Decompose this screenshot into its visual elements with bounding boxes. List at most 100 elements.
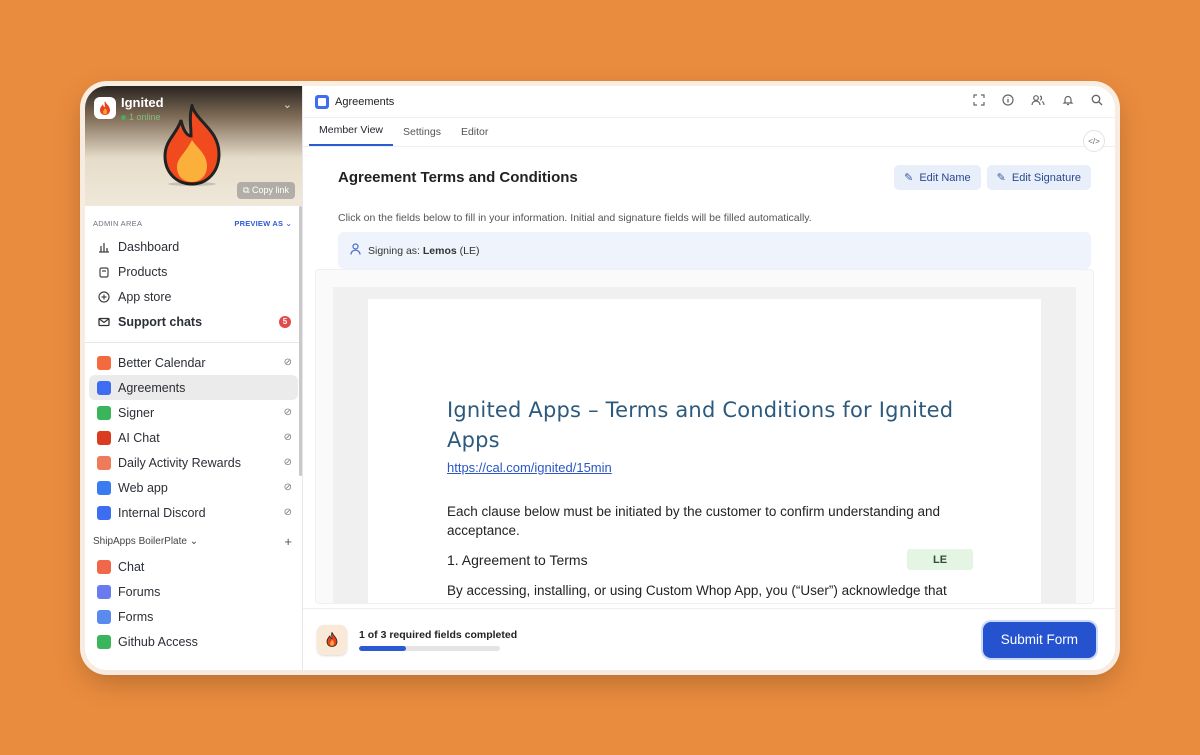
github-app-icon [97, 634, 111, 649]
initials-field[interactable]: LE [907, 549, 973, 570]
sidebar-item-label: Support chats [118, 314, 203, 329]
sidebar-item-label: Products [118, 264, 168, 279]
online-status: 1 online [121, 112, 161, 122]
sidebar-item-forms[interactable]: Forms [89, 604, 298, 629]
progress-bar [359, 645, 500, 651]
rewards-app-icon [97, 455, 111, 470]
workspace-banner[interactable]: Ignited 1 online ⌄ ⧉ Copy link [85, 86, 302, 206]
signer-app-icon [97, 405, 111, 420]
section-heading-row: 1. Agreement to Terms LE [447, 549, 973, 570]
info-icon[interactable] [1002, 94, 1014, 109]
sidebar-item-label: Web app [118, 480, 168, 495]
workspace-logo [94, 97, 116, 119]
progress-bar-fill [359, 645, 406, 651]
admin-area-label: ADMIN AREA [93, 219, 143, 228]
sidebar-item-products[interactable]: Products [89, 259, 298, 284]
sidebar-item-daily-activity-rewards[interactable]: Daily Activity Rewards ⊘ [89, 450, 298, 475]
sidebar-item-label: AI Chat [118, 430, 160, 445]
sidebar-item-app-store[interactable]: App store [89, 284, 298, 309]
flame-icon [100, 101, 110, 115]
plus-circle-icon [97, 290, 111, 304]
unread-badge: 5 [279, 315, 291, 328]
preview-as-label: PREVIEW AS [234, 219, 284, 228]
edit-signature-label: Edit Signature [1011, 172, 1081, 184]
add-app-button[interactable]: + [284, 534, 292, 549]
progress-section: 1 of 3 required fields completed [359, 629, 517, 651]
section-heading: 1. Agreement to Terms [447, 551, 588, 568]
document-viewer[interactable]: Ignited Apps – Terms and Conditions for … [315, 269, 1094, 604]
section-text: By accessing, installing, or using Custo… [447, 583, 947, 598]
eye-off-icon[interactable]: ⊘ [284, 407, 292, 418]
bell-icon[interactable] [1062, 94, 1074, 109]
sidebar-item-ai-chat[interactable]: AI Chat ⊘ [89, 425, 298, 450]
sidebar-item-chat[interactable]: Chat [89, 554, 298, 579]
tab-settings[interactable]: Settings [393, 126, 451, 146]
sidebar-item-agreements[interactable]: Agreements [89, 375, 298, 400]
sidebar-item-github-access[interactable]: Github Access [89, 629, 298, 654]
app-window: Ignited 1 online ⌄ ⧉ Copy link ADMIN ARE… [85, 86, 1115, 670]
agreements-app-icon [315, 94, 329, 109]
tab-editor[interactable]: Editor [451, 126, 498, 146]
eye-off-icon[interactable]: ⊘ [284, 507, 292, 518]
app-title: Agreements [335, 95, 395, 108]
flame-illustration [163, 104, 221, 186]
sidebar-item-label: Forums [118, 584, 161, 599]
document-link[interactable]: https://cal.com/ignited/15min [447, 460, 971, 475]
sidebar-item-label: App store [118, 289, 172, 304]
pencil-icon: ✎ [904, 172, 914, 184]
workspace-name: Ignited [121, 95, 164, 110]
discord-app-icon [97, 505, 111, 520]
fullscreen-icon[interactable] [973, 94, 985, 109]
sidebar-item-internal-discord[interactable]: Internal Discord ⊘ [89, 500, 298, 525]
calendar-app-icon [97, 355, 111, 370]
sidebar-item-dashboard[interactable]: Dashboard [89, 234, 298, 259]
box-icon [97, 265, 111, 279]
tab-bar: Member View Settings Editor </> [303, 118, 1115, 152]
search-icon[interactable] [1091, 94, 1103, 109]
section-header-shipapps[interactable]: ShipApps BoilerPlate ⌄ + [85, 525, 302, 554]
edit-signature-button[interactable]: ✎ Edit Signature [986, 165, 1091, 190]
forums-app-icon [97, 584, 111, 599]
sidebar-item-label: Chat [118, 559, 145, 574]
page-header: Agreement Terms and Conditions ✎ Edit Nam… [338, 165, 1091, 190]
ai-chat-app-icon [97, 430, 111, 445]
signer-name: Lemos [422, 244, 457, 257]
sidebar-item-support-chats[interactable]: Support chats 5 [89, 309, 298, 334]
chat-app-icon [97, 559, 111, 574]
sidebar-item-label: Dashboard [118, 239, 180, 254]
instructions-text: Click on the fields below to fill in you… [338, 212, 812, 224]
document-intro: Each clause below must be initiated by t… [447, 504, 941, 538]
top-bar: Agreements [303, 86, 1115, 118]
edit-name-label: Edit Name [919, 172, 971, 184]
sidebar-scrollbar[interactable] [299, 206, 302, 476]
eye-off-icon[interactable]: ⊘ [284, 457, 292, 468]
sidebar-item-label: Internal Discord [118, 505, 206, 520]
form-footer: 1 of 3 required fields completed Submit … [303, 608, 1115, 670]
preview-as-button[interactable]: PREVIEW AS ⌄ [234, 219, 292, 228]
eye-off-icon[interactable]: ⊘ [284, 357, 292, 368]
sidebar-item-label: Better Calendar [118, 355, 206, 370]
sidebar-item-forums[interactable]: Forums [89, 579, 298, 604]
code-icon[interactable]: </> [1083, 130, 1105, 152]
eye-off-icon[interactable]: ⊘ [284, 432, 292, 443]
sidebar-item-better-calendar[interactable]: Better Calendar ⊘ [89, 350, 298, 375]
submit-form-button[interactable]: Submit Form [982, 621, 1096, 658]
page-title: Agreement Terms and Conditions [338, 169, 578, 186]
sidebar-divider [85, 342, 302, 343]
pencil-icon: ✎ [996, 172, 1006, 184]
sidebar-item-label: Forms [118, 609, 154, 624]
document-page: Ignited Apps – Terms and Conditions for … [368, 299, 1041, 603]
sidebar-item-web-app[interactable]: Web app ⊘ [89, 475, 298, 500]
signing-as-banner: Signing as: Lemos (LE) [338, 232, 1091, 269]
sidebar-item-signer[interactable]: Signer ⊘ [89, 400, 298, 425]
edit-name-button[interactable]: ✎ Edit Name [894, 165, 981, 190]
chevron-down-icon[interactable]: ⌄ [283, 98, 292, 111]
copy-link-button[interactable]: ⧉ Copy link [237, 182, 295, 199]
members-icon[interactable] [1031, 94, 1045, 109]
eye-off-icon[interactable]: ⊘ [284, 482, 292, 493]
sidebar-item-label: Daily Activity Rewards [118, 455, 241, 470]
content-area: Agreement Terms and Conditions ✎ Edit Nam… [303, 147, 1115, 269]
signer-initials: (LE) [459, 244, 480, 257]
tab-member-view[interactable]: Member View [309, 124, 393, 146]
web-app-icon [97, 480, 111, 495]
